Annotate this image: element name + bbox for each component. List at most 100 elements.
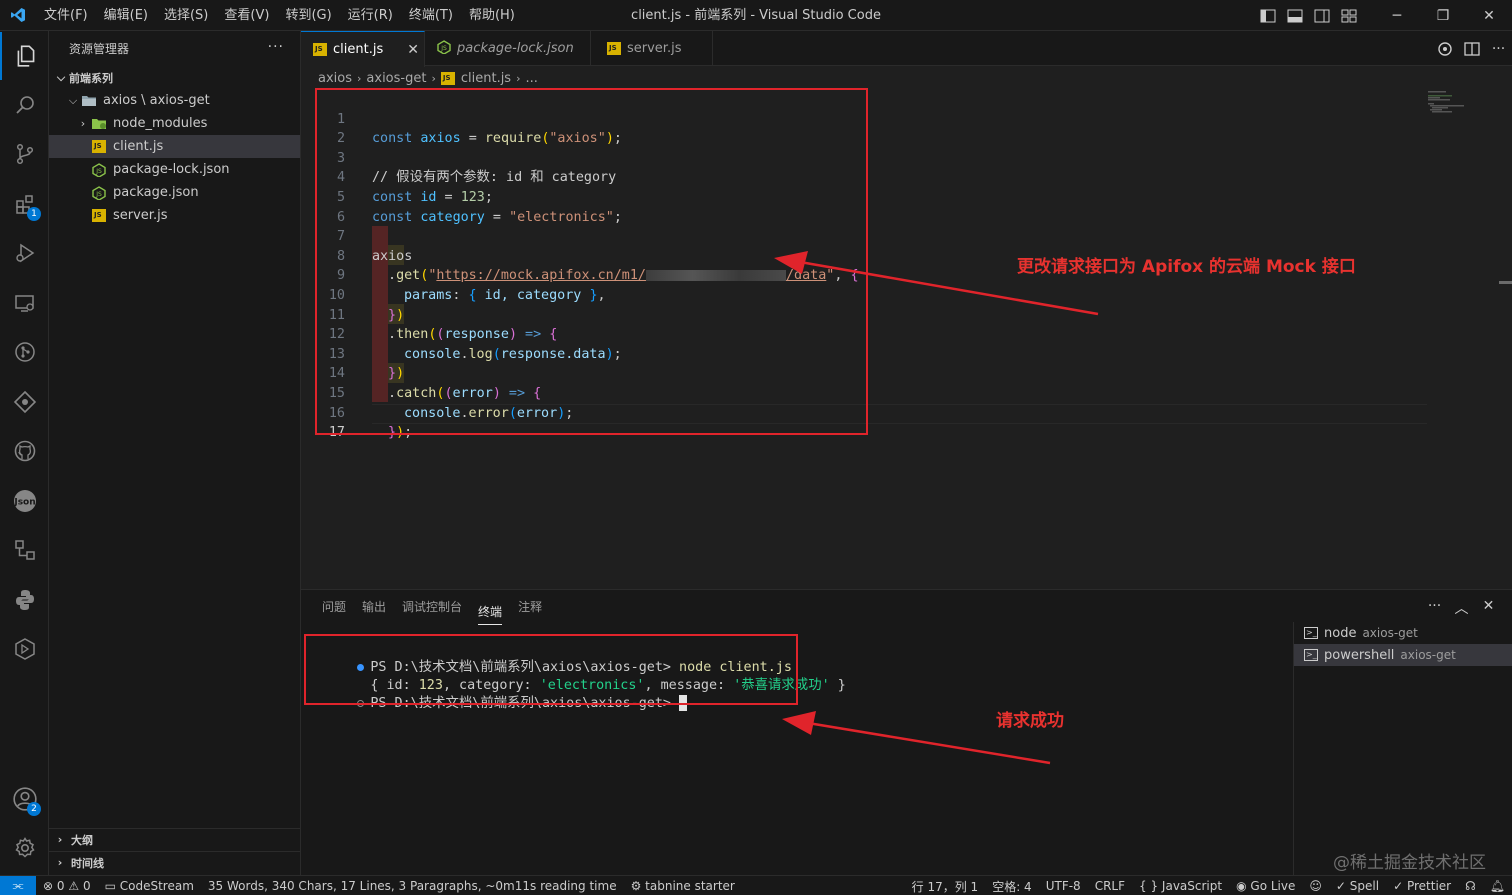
terminal-item-node[interactable]: >_ node axios-get: [1294, 622, 1512, 644]
breadcrumb-item[interactable]: axios: [318, 71, 352, 86]
chevron-down-icon: ⌵: [68, 93, 78, 107]
tree-item-label: node_modules: [113, 116, 208, 131]
indentation-status[interactable]: 空格: 4: [985, 878, 1039, 895]
spell-status[interactable]: ✓ Spell: [1329, 879, 1386, 893]
tab-comments[interactable]: 注释: [518, 590, 542, 625]
more-actions-icon[interactable]: ···: [268, 39, 284, 55]
explorer-header: 资源管理器 ···: [49, 31, 300, 66]
problems-status[interactable]: ⊗ 0 ⚠ 0: [36, 879, 98, 893]
tab-terminal[interactable]: 终端: [478, 599, 503, 625]
tab-client-js[interactable]: JS client.js ✕: [301, 31, 425, 67]
tab-debug-console[interactable]: 调试控制台: [402, 590, 462, 625]
breadcrumb-item[interactable]: axios-get: [366, 71, 426, 86]
close-window-icon[interactable]: ✕: [1466, 0, 1512, 31]
folder-axios-get[interactable]: ⌵ axios \ axios-get: [49, 89, 300, 112]
tab-package-lock-json[interactable]: JS package-lock.json: [425, 31, 591, 66]
tab-output[interactable]: 输出: [362, 590, 386, 625]
menu-selection[interactable]: 选择(S): [156, 0, 216, 31]
tree-item-node-modules[interactable]: › node_modules: [49, 112, 300, 135]
outline-label: 大纲: [71, 833, 93, 847]
toggle-panel-icon[interactable]: [1281, 6, 1308, 26]
tab-server-js[interactable]: JS server.js: [591, 31, 713, 66]
cursor-position-status[interactable]: 行 17，列 1: [905, 878, 986, 895]
tabnine-icon: ⚙: [630, 878, 642, 893]
remote-icon[interactable]: ⫘: [0, 875, 36, 895]
tree-item-server-js[interactable]: JS server.js: [49, 204, 300, 227]
encoding-status[interactable]: UTF-8: [1039, 879, 1088, 893]
close-panel-icon[interactable]: ✕: [1475, 598, 1502, 618]
explorer-icon[interactable]: [0, 32, 49, 80]
compare-icon[interactable]: [1431, 41, 1458, 57]
breadcrumb-item[interactable]: ...: [526, 71, 538, 86]
code-line-12: 12 console.log(response.data);: [301, 306, 622, 362]
restore-icon[interactable]: ❐: [1420, 0, 1466, 31]
menu-edit[interactable]: 编辑(E): [96, 0, 156, 31]
language-status[interactable]: { } JavaScript: [1132, 879, 1229, 893]
accounts-icon[interactable]: 2: [0, 775, 49, 823]
menu-go[interactable]: 转到(G): [277, 0, 339, 31]
terminal-item-powershell[interactable]: >_ powershell axios-get: [1294, 644, 1512, 666]
word-count-status[interactable]: 35 Words, 340 Chars, 17 Lines, 3 Paragra…: [201, 879, 624, 893]
gear-icon[interactable]: [0, 824, 49, 872]
error-icon: ⊗: [43, 878, 54, 893]
python-icon[interactable]: [0, 576, 49, 624]
terminal-line: PS D:\技术文档\前端系列\axios\axios-get> node cl…: [309, 641, 792, 675]
github-icon[interactable]: [0, 427, 49, 475]
feedback-icon[interactable]: ☊: [1458, 879, 1483, 893]
code-editor[interactable]: 1 const axios = require("axios"); 2 3 //…: [301, 89, 1512, 589]
search-icon[interactable]: [0, 81, 49, 129]
workspace-root[interactable]: ⌵ 前端系列: [49, 66, 300, 89]
timeline-section[interactable]: › 时间线: [49, 851, 301, 873]
more-actions-icon[interactable]: ···: [1485, 41, 1512, 57]
check-icon: ✓: [1335, 879, 1346, 893]
chevron-right-icon: ›: [431, 71, 436, 85]
minimize-icon[interactable]: ─: [1374, 0, 1420, 31]
menu-file[interactable]: 文件(F): [36, 0, 96, 31]
close-icon[interactable]: ✕: [407, 42, 419, 58]
tab-label: server.js: [627, 41, 682, 56]
chevron-right-icon: ›: [57, 856, 63, 869]
json-icon[interactable]: Json: [0, 477, 49, 525]
more-actions-icon[interactable]: ···: [1421, 598, 1448, 618]
eol-status[interactable]: CRLF: [1088, 879, 1132, 893]
tree-item-client-js[interactable]: JS client.js: [49, 135, 300, 158]
menu-help[interactable]: 帮助(H): [461, 0, 523, 31]
codestream-status[interactable]: ▭ CodeStream: [98, 879, 201, 893]
prettier-status[interactable]: ✓ Prettier: [1386, 879, 1458, 893]
customize-layout-icon[interactable]: [1335, 6, 1362, 26]
code-line-4: 4 const id = 123;: [301, 149, 493, 205]
go-live-status[interactable]: ◉ Go Live: [1229, 879, 1302, 893]
tree-item-package-lock-json[interactable]: JS package-lock.json: [49, 158, 300, 181]
git-graph-icon[interactable]: [0, 328, 49, 376]
menu-view[interactable]: 查看(V): [216, 0, 277, 31]
toggle-sidebar-icon[interactable]: [1254, 6, 1281, 26]
extensions-icon[interactable]: 1: [0, 180, 49, 228]
split-editor-icon[interactable]: [1458, 41, 1485, 56]
code-line-5: 5 const category = "electronics";: [301, 168, 622, 225]
source-control-icon[interactable]: [0, 130, 49, 178]
menu-run[interactable]: 运行(R): [340, 0, 401, 31]
maximize-panel-icon[interactable]: ︿: [1448, 598, 1475, 618]
js-file-icon: JS: [91, 139, 107, 155]
breadcrumb-item[interactable]: client.js: [461, 71, 511, 86]
editor-annotation: 更改请求接口为 Apifox 的云端 Mock 接口: [1017, 257, 1356, 277]
folder-open-icon: [81, 93, 97, 109]
tree-item-package-json[interactable]: JS package.json: [49, 181, 300, 204]
remote-explorer-icon[interactable]: [0, 279, 49, 327]
mock-url[interactable]: https://mock.apifox.cn/m1/: [436, 268, 646, 283]
minimap[interactable]: [1428, 91, 1468, 115]
tabnine-status[interactable]: ⚙ tabnine starter: [624, 879, 742, 893]
outline-section[interactable]: › 大纲: [49, 828, 301, 850]
package-icon[interactable]: [0, 625, 49, 673]
breadcrumb: axios › axios-get › JS client.js › ...: [301, 67, 1512, 89]
tree-icon[interactable]: [0, 526, 49, 574]
run-debug-icon[interactable]: [0, 229, 49, 277]
menu-terminal[interactable]: 终端(T): [401, 0, 461, 31]
chevron-right-icon: ›: [357, 71, 362, 85]
gitlens-icon[interactable]: [0, 378, 49, 426]
copilot-icon[interactable]: ☺: [1302, 879, 1329, 893]
toggle-secondary-sidebar-icon[interactable]: [1308, 6, 1335, 26]
bell-icon[interactable]: 🔔︎: [1483, 879, 1512, 893]
json-file-icon: JS: [91, 185, 107, 201]
tab-problems[interactable]: 问题: [322, 590, 346, 625]
